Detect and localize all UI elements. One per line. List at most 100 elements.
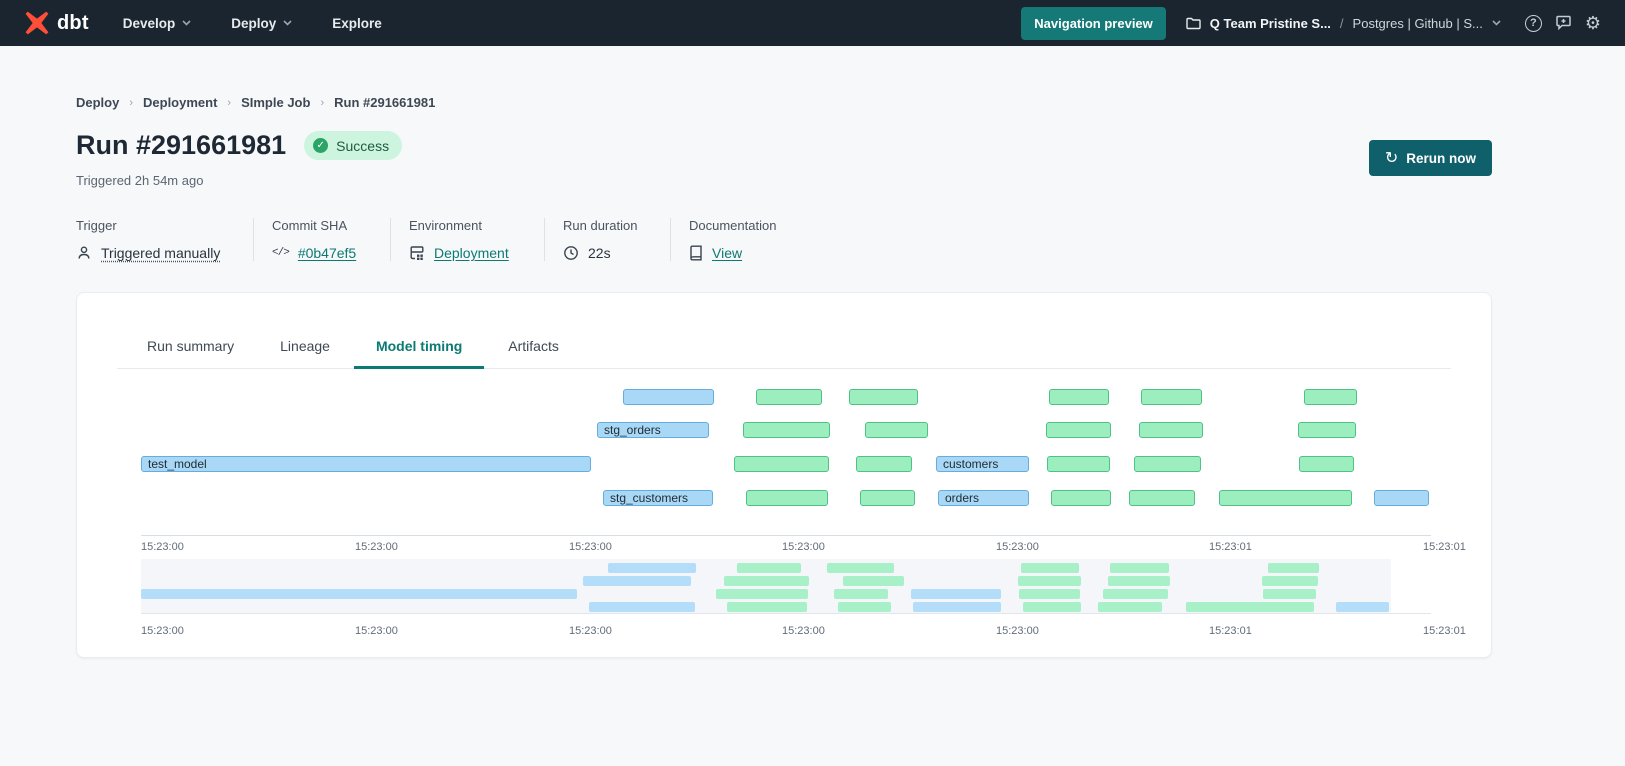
gantt-bar[interactable] [860, 490, 915, 506]
mini-bar [727, 602, 807, 612]
folder-icon [1186, 17, 1201, 30]
meta-label: Trigger [76, 218, 233, 233]
dbt-logo-text: dbt [57, 12, 89, 35]
commit-sha-link[interactable]: #0b47ef5 [298, 245, 356, 261]
top-navbar: dbt Develop Deploy Explore Navigation pr… [0, 0, 1625, 46]
breadcrumb-separator: › [320, 97, 324, 109]
nav-item-label: Deploy [231, 16, 276, 31]
gantt-bar[interactable] [743, 422, 830, 438]
status-label: Success [336, 138, 389, 154]
tab-run-summary[interactable]: Run summary [125, 326, 256, 368]
gantt-bar[interactable] [1374, 490, 1429, 506]
mini-bar [1186, 602, 1315, 612]
tab-artifacts[interactable]: Artifacts [486, 326, 581, 368]
axis-tick-label: 15:23:01 [1423, 541, 1466, 553]
gantt-bar[interactable] [746, 490, 828, 506]
person-icon [76, 245, 92, 261]
mini-bar [608, 563, 696, 573]
tab-lineage[interactable]: Lineage [258, 326, 352, 368]
gantt-bar[interactable] [623, 389, 714, 405]
navigation-preview-button[interactable]: Navigation preview [1021, 7, 1165, 40]
mini-bar [716, 589, 808, 599]
overview-axis-line [141, 613, 1431, 614]
axis-tick-label: 15:23:00 [569, 625, 612, 637]
mini-bar [737, 563, 801, 573]
rerun-now-button[interactable]: ↻ Rerun now [1369, 140, 1492, 176]
meta-trigger: Trigger Triggered manually [76, 218, 253, 261]
axis-tick-label: 15:23:01 [1209, 625, 1252, 637]
mini-bar [724, 576, 808, 586]
timeline-overview-brush[interactable] [141, 559, 1431, 614]
trigger-value[interactable]: Triggered manually [101, 245, 220, 261]
meta-label: Commit SHA [272, 218, 370, 233]
meta-label: Run duration [563, 218, 650, 233]
feedback-icon[interactable] [1555, 15, 1572, 31]
nav-item-develop[interactable]: Develop [123, 16, 192, 31]
mini-bar [141, 589, 577, 599]
triggered-timestamp: Triggered 2h 54m ago [76, 173, 203, 188]
tab-model-timing[interactable]: Model timing [354, 326, 484, 368]
gantt-bar-stg_orders[interactable]: stg_orders [597, 422, 709, 438]
axis-tick-label: 15:23:00 [355, 625, 398, 637]
mini-bar [1021, 563, 1079, 573]
mini-bar [834, 589, 888, 599]
project-selector[interactable]: Q Team Pristine S... / Postgres | Github… [1186, 16, 1501, 31]
gantt-bar-test_model[interactable]: test_model [141, 456, 591, 472]
success-check-icon: ✓ [313, 138, 328, 153]
clock-icon [563, 245, 579, 261]
gantt-bar[interactable] [1219, 490, 1352, 506]
mini-bar [827, 563, 894, 573]
mini-bar [1262, 576, 1318, 586]
breadcrumb-job[interactable]: SImple Job [241, 95, 310, 110]
nav-item-label: Develop [123, 16, 176, 31]
axis-tick-label: 15:23:00 [782, 625, 825, 637]
gear-icon[interactable]: ⚙ [1585, 14, 1601, 32]
nav-item-label: Explore [332, 16, 382, 31]
gantt-bar[interactable] [1046, 422, 1111, 438]
gantt-bar[interactable] [1134, 456, 1201, 472]
help-icon[interactable]: ? [1525, 15, 1542, 32]
gantt-bar[interactable] [856, 456, 912, 472]
gantt-bar[interactable] [1049, 389, 1109, 405]
gantt-bar[interactable] [756, 389, 822, 405]
mini-bar [1098, 602, 1162, 612]
axis-tick-label: 15:23:00 [355, 541, 398, 553]
page-title: Run #291661981 [76, 130, 286, 161]
meta-label: Documentation [689, 218, 800, 233]
breadcrumb-current-run: Run #291661981 [334, 95, 435, 110]
environment-link[interactable]: Deployment [434, 245, 509, 261]
nav-item-deploy[interactable]: Deploy [231, 16, 292, 31]
gantt-bar-orders[interactable]: orders [938, 490, 1029, 506]
overview-bars [141, 563, 1431, 613]
gantt-bar[interactable] [1129, 490, 1195, 506]
chevron-down-icon [283, 20, 292, 26]
gantt-bar[interactable] [734, 456, 829, 472]
title-row: Run #291661981 ✓ Success [76, 130, 402, 161]
chevron-down-icon [1492, 20, 1501, 26]
axis-tick-label: 15:23:01 [1209, 541, 1252, 553]
meta-commit-sha: Commit SHA </> #0b47ef5 [253, 218, 390, 261]
gantt-bar[interactable] [849, 389, 918, 405]
gantt-bar[interactable] [1304, 389, 1357, 405]
tab-bar: Run summary Lineage Model timing Artifac… [117, 293, 1451, 369]
gantt-bar[interactable] [1141, 389, 1202, 405]
breadcrumb-deploy[interactable]: Deploy [76, 95, 119, 110]
gantt-bar[interactable] [865, 422, 928, 438]
mini-bar [1268, 563, 1319, 573]
breadcrumb-deployment[interactable]: Deployment [143, 95, 217, 110]
run-meta-row: Trigger Triggered manually Commit SHA </… [76, 218, 820, 261]
nav-item-explore[interactable]: Explore [332, 16, 382, 31]
gantt-bar[interactable] [1299, 456, 1354, 472]
dbt-logo[interactable]: dbt [24, 10, 89, 36]
gantt-bar[interactable] [1047, 456, 1110, 472]
gantt-bar-customers[interactable]: customers [936, 456, 1029, 472]
documentation-view-link[interactable]: View [712, 245, 742, 261]
gantt-bar[interactable] [1298, 422, 1356, 438]
model-timing-gantt: stg_orders test_model customers stg_custome… [141, 389, 1431, 507]
gantt-bar[interactable] [1051, 490, 1111, 506]
gantt-bar-stg_customers[interactable]: stg_customers [603, 490, 713, 506]
gantt-bar[interactable] [1139, 422, 1203, 438]
nav-icons: ? ⚙ [1525, 14, 1601, 32]
duration-value: 22s [588, 245, 611, 261]
refresh-icon: ↻ [1385, 148, 1398, 168]
